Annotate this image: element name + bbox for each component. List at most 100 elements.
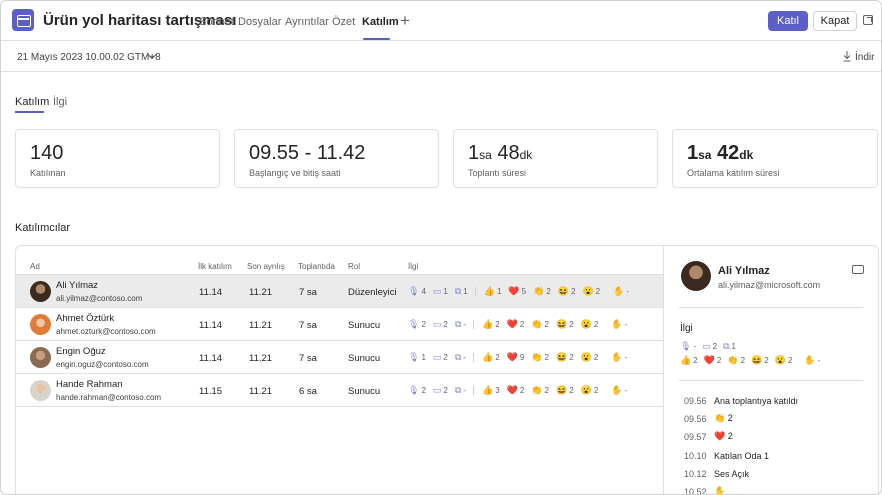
- heart-icon: ❤️: [508, 285, 520, 296]
- laugh-icon: 😆: [555, 384, 568, 395]
- laugh-icon: 😆: [555, 318, 568, 329]
- in-meeting: 7 sa: [299, 353, 317, 364]
- popout-icon[interactable]: [863, 15, 873, 25]
- panel-divider: [663, 245, 664, 494]
- panel-reaction-stats: 👍 2 ❤️ 2 👏 2 😆 2 😮 2 ✋ -: [680, 355, 826, 366]
- download-button[interactable]: İndir: [855, 52, 874, 63]
- camera-count: 2: [712, 342, 718, 351]
- subtab-engagement[interactable]: İlgi: [53, 96, 67, 108]
- col-role[interactable]: Rol: [348, 262, 360, 271]
- camera-icon: ▭: [432, 318, 442, 329]
- camera-icon: ▭: [432, 351, 442, 362]
- participant-email: ahmet.ozturk@contoso.com: [56, 327, 156, 336]
- laugh-count: 2: [569, 319, 574, 329]
- camera-icon: ▭: [702, 341, 711, 351]
- camera-count: 1: [443, 286, 448, 296]
- close-button[interactable]: Kapat: [813, 11, 857, 31]
- camera-count: 2: [443, 352, 448, 362]
- join-button[interactable]: Katıl: [768, 11, 808, 31]
- table-row[interactable]: Ali Yılmaz ali.yilmaz@contoso.com 11.14 …: [16, 275, 663, 308]
- like-icon: 👍: [680, 355, 692, 365]
- caption-icon[interactable]: [852, 265, 864, 274]
- tab-attendance[interactable]: Katılım: [362, 16, 399, 28]
- col-name[interactable]: Ad: [30, 262, 40, 271]
- tab-files[interactable]: Dosyalar: [238, 16, 281, 28]
- stat-card-duration: 1sa 48dk Toplantı süresi: [453, 129, 658, 188]
- heart-count: 9: [519, 352, 525, 362]
- in-meeting: 7 sa: [299, 320, 317, 331]
- meeting-date[interactable]: 21 Mayıs 2023 10.00.02 GTM+8: [17, 52, 161, 63]
- laugh-count: 2: [569, 352, 574, 362]
- tab-details[interactable]: Ayrıntılar: [285, 16, 329, 28]
- role: Sunucu: [348, 353, 381, 364]
- timeline-time: 09.56: [684, 414, 707, 424]
- mic-count: -: [693, 342, 697, 351]
- first-join: 11.14: [199, 320, 223, 331]
- clap-icon: 👏: [531, 351, 543, 362]
- mic-count: 4: [421, 286, 426, 296]
- separator: [472, 319, 474, 329]
- share-icon: ⧉: [723, 341, 730, 351]
- separator: [472, 385, 474, 395]
- col-last-leave[interactable]: Son ayrılış: [247, 262, 285, 271]
- clap-icon: 👏: [531, 384, 543, 395]
- clap-count: 2: [544, 319, 549, 329]
- col-in-meeting[interactable]: Toplantıda: [298, 262, 335, 271]
- clap-count: 2: [740, 356, 746, 365]
- timeline-time: 09.56: [684, 396, 707, 406]
- date-bar: 21 Mayıs 2023 10.00.02 GTM+8 İndir: [1, 41, 881, 72]
- like-count: 2: [495, 319, 500, 329]
- laugh-count: 2: [569, 385, 574, 395]
- attendees-value: 140: [30, 142, 64, 164]
- like-icon: 👍: [481, 318, 494, 329]
- mic-icon: 🎙: [408, 318, 420, 329]
- panel-media-stats: 🎙 - ▭ 2 ⧉ 1: [680, 341, 742, 352]
- clap-icon: 👏: [533, 285, 545, 296]
- share-count: -: [463, 352, 466, 362]
- laugh-count: 2: [764, 356, 769, 365]
- timeline-time: 10.52: [684, 487, 707, 495]
- timeline-event: ❤️ 2: [714, 431, 733, 442]
- col-first-join[interactable]: İlk katılım: [198, 262, 232, 271]
- table-row[interactable]: Engin Oğuz engin.oguz@contoso.com 11.14 …: [16, 341, 663, 374]
- timeline-event: 👏 2: [714, 413, 733, 424]
- avatar: [30, 281, 51, 302]
- laugh-count: 2: [570, 286, 576, 296]
- share-count: -: [463, 319, 466, 329]
- average-hours-unit: sa: [698, 148, 712, 162]
- heart-icon: ❤️: [506, 384, 518, 395]
- surprise-count: 2: [593, 385, 599, 395]
- tab-recap[interactable]: Özet: [332, 16, 355, 28]
- table-row[interactable]: Ahmet Öztürk ahmet.ozturk@contoso.com 11…: [16, 308, 663, 341]
- participant-name: Ahmet Öztürk: [56, 313, 115, 324]
- surprise-icon: 😮: [580, 384, 592, 395]
- download-icon[interactable]: [843, 51, 851, 62]
- in-meeting: 6 sa: [299, 386, 317, 397]
- mic-count: 1: [421, 352, 426, 362]
- surprise-icon: 😮: [580, 351, 592, 362]
- tab-chat[interactable]: Sohbet: [199, 16, 234, 28]
- first-join: 11.14: [199, 353, 223, 364]
- col-engagement[interactable]: İlgi: [408, 262, 418, 271]
- engagement-stats: 🎙 4 ▭ 1 ⧉ 1 👍 1 ❤️ 5 👏 2 😆 2 😮 2 ✋ -: [408, 285, 636, 297]
- table-row[interactable]: Hande Rahman hande.rahman@contoso.com 11…: [16, 374, 663, 407]
- heart-count: 2: [519, 385, 525, 395]
- add-tab-icon[interactable]: +: [400, 11, 410, 31]
- camera-icon: ▭: [432, 384, 442, 395]
- raise-hand-icon: ✋: [714, 486, 726, 495]
- app-header: Ürün yol haritası tartışması Sohbet Dosy…: [1, 1, 881, 41]
- camera-count: 2: [443, 385, 448, 395]
- average-label: Ortalama katılım süresi: [687, 168, 780, 178]
- heart-count: 5: [521, 286, 527, 296]
- mic-count: 2: [421, 385, 426, 395]
- clap-count: 2: [544, 352, 549, 362]
- share-icon: ⧉: [454, 318, 462, 329]
- like-count: 2: [495, 352, 500, 362]
- mic-icon: 🎙: [680, 341, 692, 351]
- last-leave: 11.21: [249, 386, 273, 397]
- panel-divider: [679, 307, 863, 308]
- timeline-event: ✋: [714, 486, 726, 495]
- timeline-event: Ses Açık: [714, 469, 750, 479]
- participants-title: Katılımcılar: [15, 222, 71, 234]
- subtab-attendance[interactable]: Katılım: [15, 96, 49, 108]
